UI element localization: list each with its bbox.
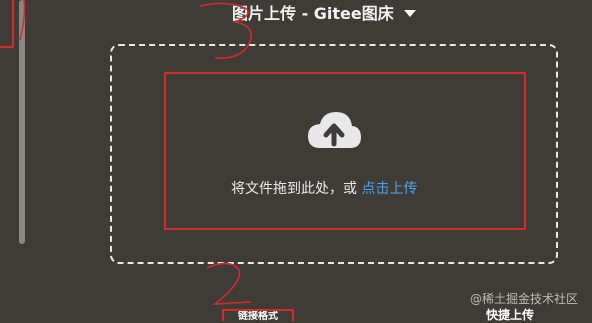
caret-down-icon[interactable] [403,9,416,17]
link-format-label[interactable]: 链接格式 [222,309,294,321]
cloud-upload-icon [308,112,361,148]
drop-prompt: 将文件拖到此处，或 点击上传 [231,178,417,198]
drop-prompt-text: 将文件拖到此处，或 [231,181,357,197]
quick-upload-label[interactable]: 快捷上传 [486,306,534,323]
annotation-stroke-top-left [19,0,26,41]
click-upload-link[interactable]: 点击上传 [361,181,417,197]
watermark: @稀土掘金技术社区 [470,292,579,306]
